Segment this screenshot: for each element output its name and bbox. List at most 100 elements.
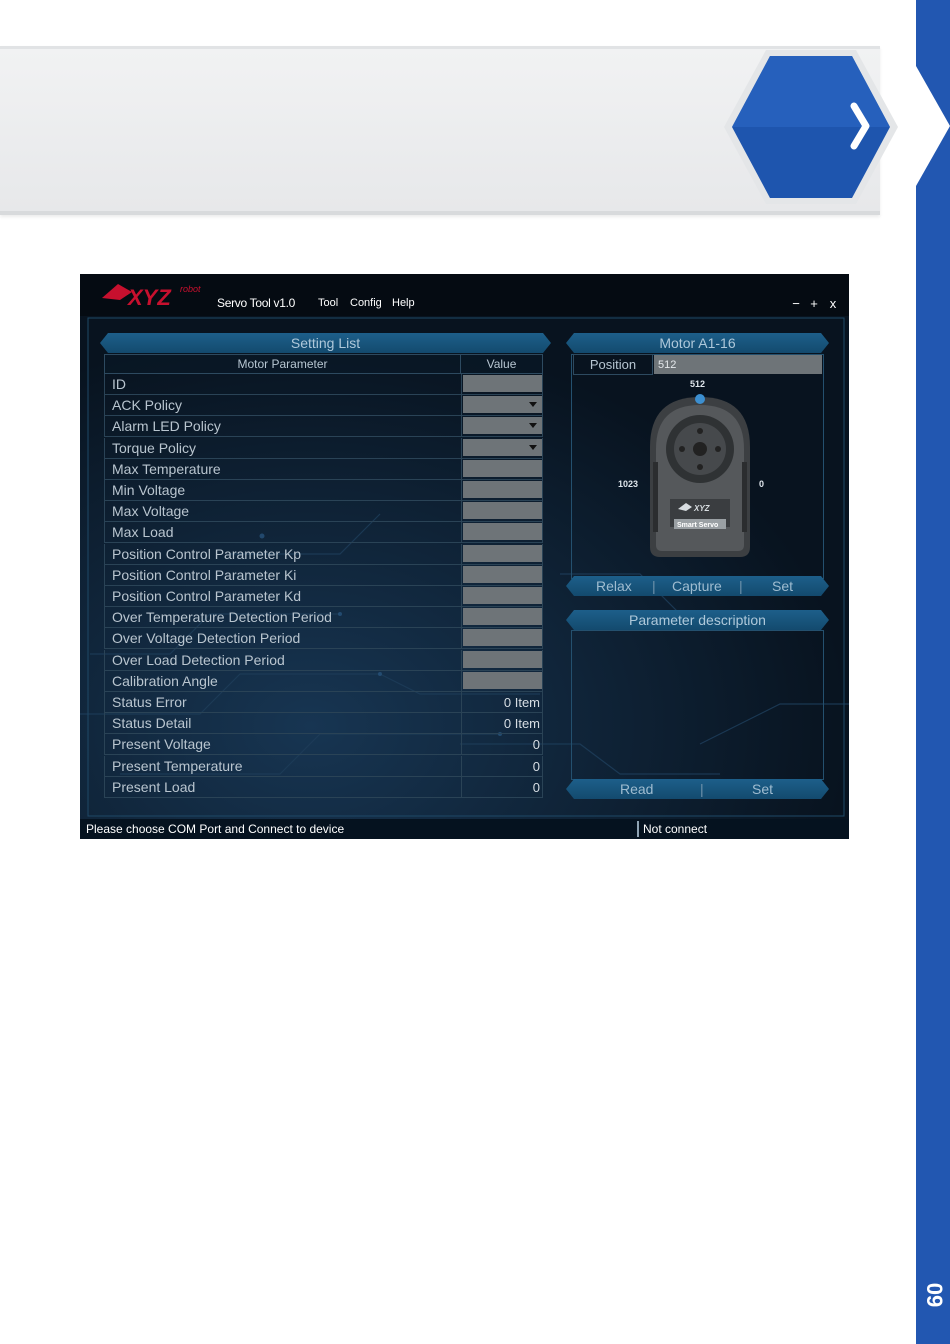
value-input[interactable] bbox=[463, 587, 542, 604]
value-cell: 0 bbox=[461, 776, 544, 798]
value-input[interactable] bbox=[463, 650, 542, 668]
value-cell bbox=[461, 437, 544, 459]
value-cell bbox=[461, 670, 544, 692]
value-input[interactable] bbox=[463, 544, 542, 562]
description-button-bar: Read | Set bbox=[566, 779, 829, 799]
table-row: Over Voltage Detection Period bbox=[104, 628, 544, 650]
capture-button[interactable]: Capture bbox=[672, 578, 722, 594]
parameter-description-header: Parameter description bbox=[566, 610, 829, 630]
connection-status: Not connect bbox=[643, 822, 708, 836]
value-input[interactable] bbox=[463, 375, 542, 392]
column-motor-parameter: Motor Parameter bbox=[104, 354, 461, 374]
menu-config[interactable]: Config bbox=[350, 297, 382, 309]
value-input[interactable] bbox=[463, 523, 542, 541]
value-cell bbox=[461, 522, 544, 544]
servo-image: XYZ bbox=[650, 394, 750, 557]
value-cell: 0 Item bbox=[461, 692, 544, 713]
table-row: Present Voltage 0 bbox=[104, 734, 544, 756]
maximize-button[interactable]: + bbox=[807, 296, 821, 311]
servo-tool-window: XYZ robot Servo Tool v1.0 Tool Config He… bbox=[80, 274, 849, 839]
table-row: Over Temperature Detection Period bbox=[104, 607, 543, 629]
table-row: Min Voltage bbox=[104, 480, 543, 501]
value-cell bbox=[461, 564, 544, 586]
table-row: ID bbox=[104, 374, 543, 395]
svg-text:robot: robot bbox=[180, 284, 201, 294]
value-input[interactable] bbox=[463, 671, 542, 689]
status-message: Please choose COM Port and Connect to de… bbox=[86, 822, 345, 836]
table-row: Max Temperature bbox=[104, 458, 544, 480]
title-bar: XYZ robot Servo Tool v1.0 Tool Config He… bbox=[80, 274, 849, 316]
value-text: 0 bbox=[532, 779, 540, 795]
value-input[interactable] bbox=[463, 459, 542, 477]
description-set-button[interactable]: Set bbox=[752, 781, 773, 797]
value-cell bbox=[461, 501, 544, 523]
parameter-label: Calibration Angle bbox=[112, 672, 218, 689]
page-number: 09 bbox=[922, 1282, 947, 1308]
minimize-button[interactable]: − bbox=[789, 296, 803, 311]
value-dropdown[interactable] bbox=[463, 417, 542, 435]
value-cell bbox=[461, 586, 544, 607]
parameter-label: Over Temperature Detection Period bbox=[112, 609, 332, 626]
menu-help[interactable]: Help bbox=[392, 297, 415, 309]
table-row: Position Control Parameter Kp bbox=[104, 543, 544, 565]
motor-set-button[interactable]: Set bbox=[772, 578, 793, 594]
parameter-label: Position Control Parameter Kp bbox=[112, 545, 302, 562]
dial-label-left: 1023 bbox=[618, 479, 639, 489]
parameter-label: Max Load bbox=[112, 524, 174, 541]
app-title: Servo Tool v1.0 bbox=[217, 296, 295, 310]
column-value: Value bbox=[460, 354, 543, 374]
value-cell: 0 bbox=[461, 755, 544, 777]
value-input[interactable] bbox=[463, 481, 542, 498]
parameter-label: Over Load Detection Period bbox=[112, 651, 285, 668]
servo-brand-label: Smart Servo bbox=[677, 522, 719, 529]
value-cell bbox=[461, 628, 544, 650]
setting-list-header: Setting List bbox=[100, 333, 551, 353]
parameter-label: Present Load bbox=[112, 778, 196, 795]
value-text: 0 Item bbox=[503, 716, 540, 732]
value-text: 0 Item bbox=[503, 695, 540, 710]
position-input[interactable]: 512 bbox=[654, 355, 822, 374]
value-cell bbox=[461, 374, 544, 395]
position-label: Position bbox=[573, 354, 653, 375]
table-row: ACK Policy bbox=[104, 395, 544, 417]
value-input[interactable] bbox=[463, 629, 542, 647]
value-cell: 0 bbox=[461, 734, 544, 756]
motor-header: Motor A1-16 bbox=[566, 333, 829, 353]
dial-label-top: 512 bbox=[690, 379, 706, 389]
value-dropdown[interactable] bbox=[463, 396, 542, 414]
value-input[interactable] bbox=[463, 502, 542, 520]
separator: | bbox=[739, 578, 743, 594]
separator: | bbox=[652, 578, 656, 594]
table-row: Max Voltage bbox=[104, 501, 544, 523]
value-cell bbox=[461, 395, 544, 417]
value-text: 0 bbox=[532, 758, 540, 774]
side-strip bbox=[916, 0, 950, 1344]
value-cell bbox=[461, 543, 544, 565]
dial-label-right: 0 bbox=[759, 479, 765, 489]
menu-tool[interactable]: Tool bbox=[318, 297, 338, 309]
side-strip-notch bbox=[916, 66, 950, 186]
value-input[interactable] bbox=[463, 565, 542, 583]
table-row: Status Error 0 Item bbox=[104, 692, 543, 713]
value-dropdown[interactable] bbox=[463, 438, 542, 456]
table-row: Torque Policy bbox=[104, 437, 544, 459]
close-button[interactable]: x bbox=[826, 296, 840, 311]
value-cell bbox=[461, 416, 544, 438]
caret-down-icon bbox=[529, 444, 537, 450]
parameter-label: Status Detail bbox=[112, 715, 192, 732]
read-button[interactable]: Read bbox=[620, 781, 653, 797]
table-row: Position Control Parameter Ki bbox=[104, 564, 544, 586]
table-row: Over Load Detection Period bbox=[104, 649, 543, 671]
value-text: 0 bbox=[532, 737, 540, 753]
relax-button[interactable]: Relax bbox=[596, 578, 632, 594]
parameter-label: Present Temperature bbox=[112, 757, 243, 774]
value-input[interactable] bbox=[463, 608, 542, 626]
parameter-label: Position Control Parameter Kd bbox=[112, 588, 302, 604]
value-cell bbox=[461, 458, 544, 480]
status-bar: Please choose COM Port and Connect to de… bbox=[80, 819, 849, 839]
separator: | bbox=[700, 781, 704, 797]
svg-text:XYZ: XYZ bbox=[126, 285, 172, 310]
xyzrobot-logo: XYZ robot bbox=[102, 284, 201, 310]
caret-down-icon bbox=[529, 402, 537, 408]
table-row: Status Detail 0 Item bbox=[104, 713, 543, 735]
